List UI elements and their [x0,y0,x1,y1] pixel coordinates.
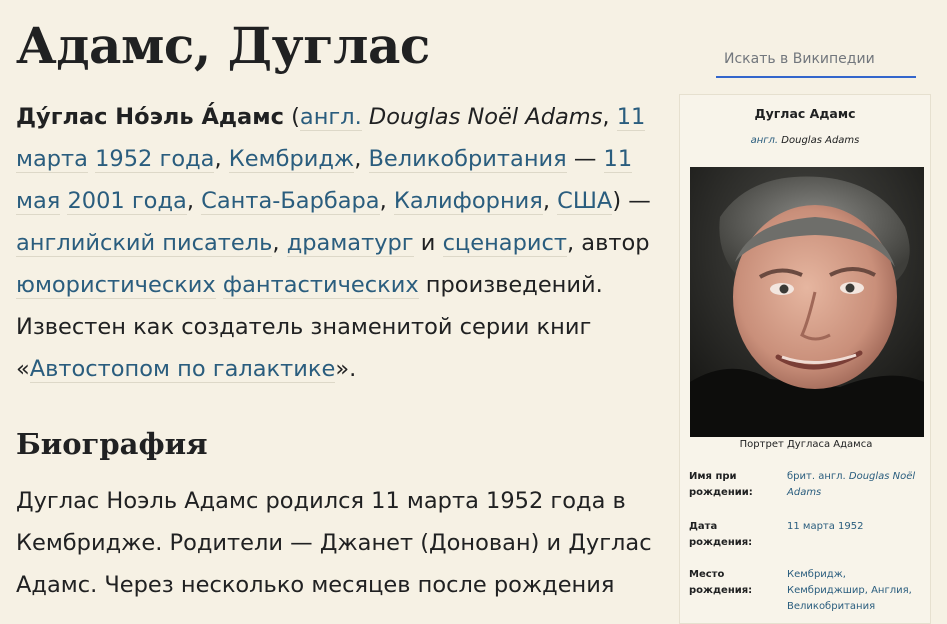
search-input[interactable] [716,44,924,74]
infobox-value[interactable]: Кембридж, Кембриджшир, Англия, Великобри… [787,567,927,615]
lead-section: Ду́глас Но́эль А́дамс (англ. Douglas Noë… [16,96,666,390]
infobox-lang-link[interactable]: англ. [751,135,779,146]
portrait-photo[interactable] [690,167,924,437]
portrait-image [690,167,924,437]
lead-paragraph: Ду́глас Но́эль А́дамс (англ. Douglas Noë… [16,104,651,383]
infobox-label: Место рождения: [689,569,753,596]
page-title: Адамс, Дуглас [16,16,430,75]
biography-heading: Биография [16,427,208,461]
search-box[interactable] [716,44,924,78]
infobox-label: Имя при рождении: [689,471,753,498]
death-city-link[interactable]: Санта-Барбара [201,188,380,215]
original-name: Douglas Noël Adams [361,104,603,130]
death-state-link[interactable]: Калифорния [393,188,543,215]
infobox: Дуглас Адамс англ. Douglas Adams Портрет… [679,94,931,624]
death-country-link[interactable]: США [557,188,613,215]
birth-city-link[interactable]: Кембридж [228,146,355,173]
birth-year-link[interactable]: 1952 года [95,146,215,173]
series-link[interactable]: Автостопом по галактике [29,356,336,383]
infobox-value[interactable]: брит. англ. Douglas Noël Adams [787,469,927,501]
fantastic-link[interactable]: фантастических [222,272,419,299]
writer-link[interactable]: английский писатель [16,230,273,257]
photo-caption: Портрет Дугласа Адамса [739,439,873,450]
dramatist-link[interactable]: драматург [286,230,414,257]
humorous-link[interactable]: юмористических [16,272,216,299]
subject-name: Ду́глас Но́эль А́дамс [16,104,284,130]
infobox-original-name: англ. Douglas Adams [750,135,860,146]
birth-country-link[interactable]: Великобритания [368,146,567,173]
screenwriter-link[interactable]: сценарист [442,230,567,257]
lang-link[interactable]: англ. [299,104,362,131]
death-year-link[interactable]: 2001 года [67,188,187,215]
biography-text: Дуглас Ноэль Адамс родился 11 марта 1952… [16,488,652,598]
infobox-name: Дуглас Адамс [754,106,856,121]
infobox-label: Дата рождения: [689,521,753,548]
infobox-value[interactable]: 11 марта 1952 [787,519,927,535]
